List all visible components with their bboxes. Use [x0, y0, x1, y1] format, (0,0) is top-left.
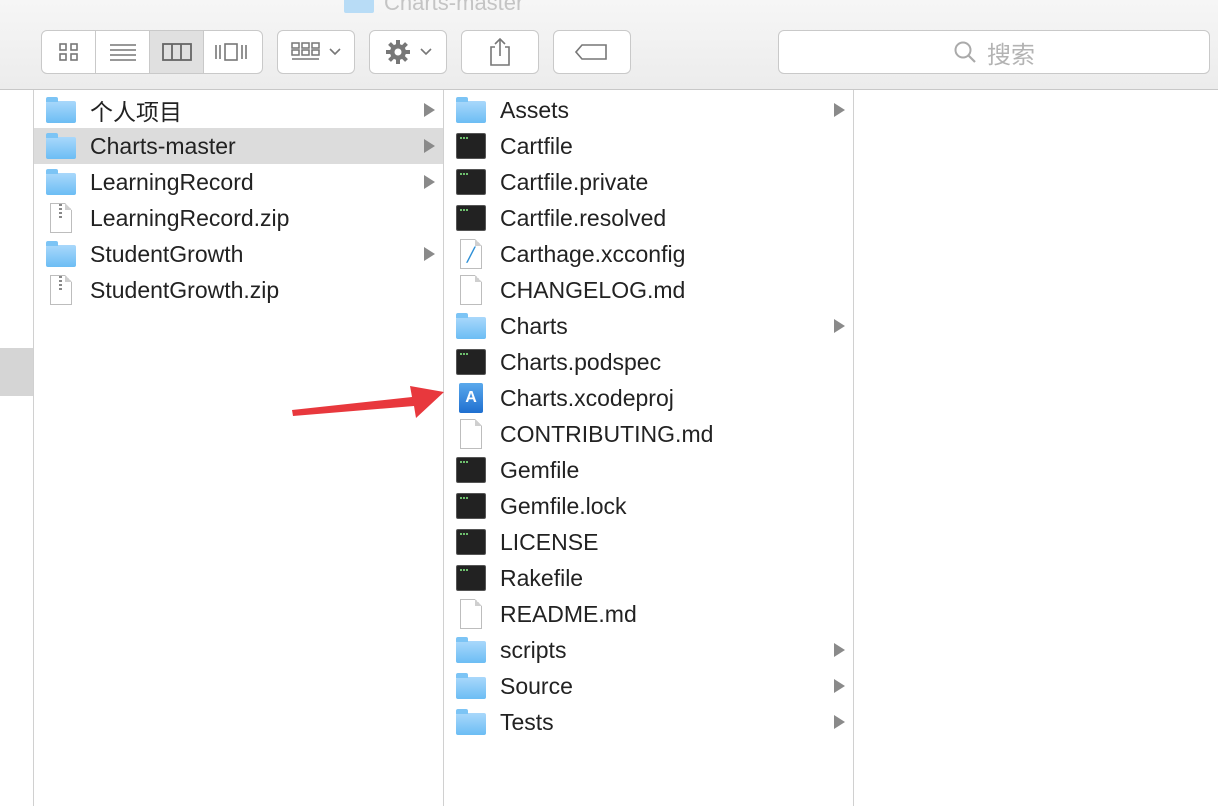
red-arrow-icon — [292, 386, 444, 418]
annotation-arrow — [292, 386, 444, 418]
